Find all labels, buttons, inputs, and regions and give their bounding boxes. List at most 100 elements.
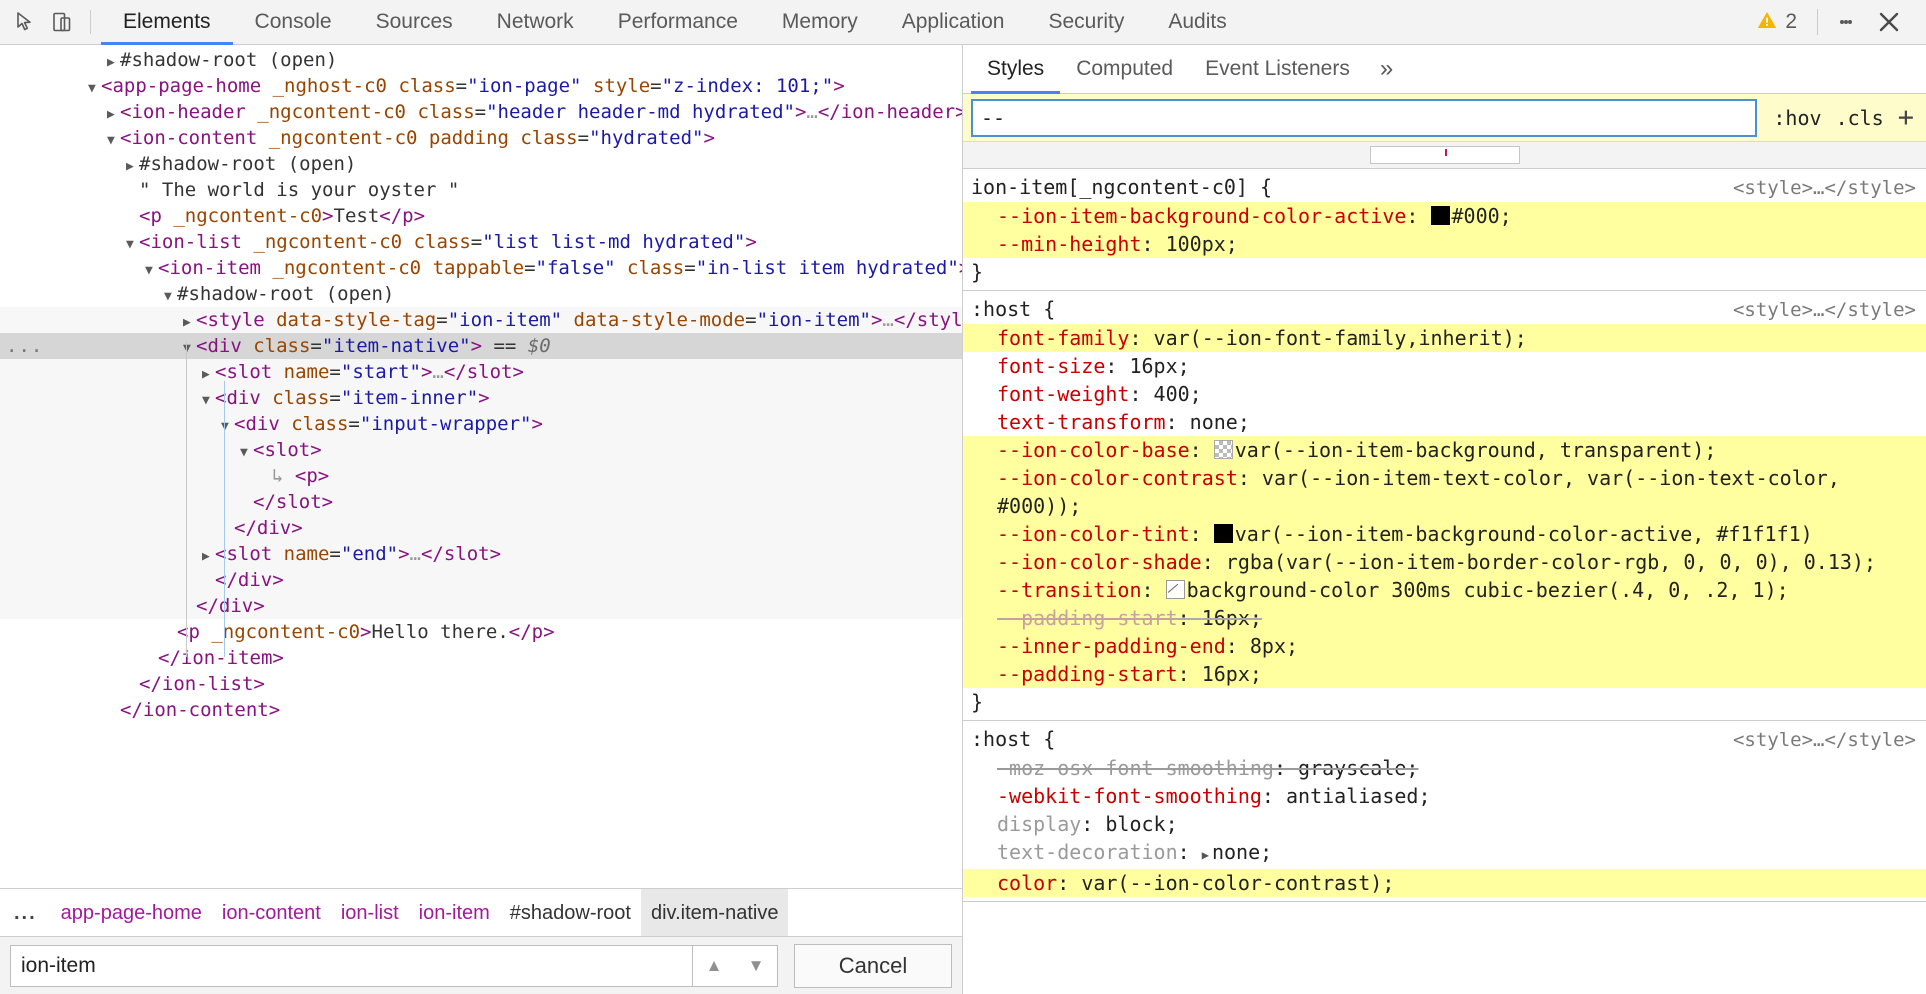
dom-tree-row[interactable]: <p _ngcontent-c0>Test</p> — [0, 203, 962, 229]
dom-tree-row[interactable]: <p _ngcontent-c0>Hello there.</p> — [0, 619, 962, 645]
bezier-swatch-icon[interactable] — [1165, 580, 1185, 599]
more-tabs-icon[interactable]: » — [1366, 45, 1407, 93]
css-property-value[interactable]: var(--ion-font-family,inherit); — [1154, 326, 1527, 350]
css-property-value[interactable]: none; — [1212, 840, 1272, 864]
dom-tree-row[interactable]: ▼ <slot> — [0, 437, 962, 463]
dom-tree-row[interactable]: ▼ <ion-list _ngcontent-c0 class="list lis… — [0, 229, 962, 255]
css-selector[interactable]: :host { — [971, 295, 1055, 323]
css-declaration[interactable]: --ion-color-shade: rgba(var(--ion-item-b… — [963, 548, 1926, 576]
css-declaration[interactable]: --padding-start: 16px; — [963, 604, 1926, 632]
dom-tree-row[interactable]: ▶ <slot name="start">…</slot> — [0, 359, 962, 385]
css-rules-list[interactable]: ion-item[_ngcontent-c0] {<style>…</style… — [963, 169, 1926, 994]
css-declaration[interactable]: --transition: background-color 300ms cub… — [963, 576, 1926, 604]
css-property-name[interactable]: -webkit-font-smoothing — [997, 784, 1262, 808]
css-property-name[interactable]: --padding-start — [997, 662, 1178, 686]
close-icon[interactable] — [1866, 2, 1912, 42]
hov-toggle[interactable]: :hov — [1773, 106, 1821, 130]
inspect-element-icon[interactable] — [8, 4, 44, 40]
dom-tree-row[interactable]: </div> — [0, 593, 962, 619]
dom-tree-row[interactable]: ▶ <style data-style-tag="ion-item" data-s… — [0, 307, 962, 333]
css-property-value[interactable]: block; — [1105, 812, 1177, 836]
css-declaration[interactable]: --min-height: 100px; — [963, 230, 1926, 258]
cancel-button[interactable]: Cancel — [794, 943, 952, 988]
dom-tree-row[interactable]: ▶ #shadow-root (open) — [0, 47, 962, 73]
tab-computed[interactable]: Computed — [1060, 45, 1189, 93]
dom-tree-row[interactable]: </slot> — [0, 489, 962, 515]
breadcrumb-item[interactable]: ion-item — [409, 889, 500, 937]
color-swatch-icon[interactable] — [1213, 524, 1233, 543]
breadcrumb-item[interactable]: div.item-native — [640, 888, 789, 937]
row-overflow-dots[interactable]: ... — [6, 333, 43, 359]
tab-network[interactable]: Network — [475, 0, 596, 45]
css-declaration[interactable]: font-size: 16px; — [963, 352, 1926, 380]
dom-tree-row[interactable]: ▼ <div class="item-inner"> — [0, 385, 962, 411]
dom-tree-row[interactable]: ...▼<div class="item-native"> == $0 — [0, 333, 962, 359]
css-declaration[interactable]: color: var(--ion-color-contrast); — [963, 869, 1926, 897]
css-declaration[interactable]: font-weight: 400; — [963, 380, 1926, 408]
tab-memory[interactable]: Memory — [760, 0, 880, 45]
tab-audits[interactable]: Audits — [1146, 0, 1248, 45]
css-property-name[interactable]: display — [997, 812, 1081, 836]
css-declaration[interactable]: display: block; — [963, 810, 1926, 838]
dom-tree-row[interactable]: ▼ <app-page-home _nghost-c0 class="ion-pa… — [0, 73, 962, 99]
breadcrumb-item[interactable]: #shadow-root — [500, 889, 641, 937]
css-property-value[interactable]: var(--ion-color-contrast); — [1081, 871, 1394, 895]
chevron-down-icon[interactable]: ▼ — [735, 946, 777, 986]
tab-performance[interactable]: Performance — [596, 0, 760, 45]
color-swatch-icon[interactable] — [1430, 206, 1450, 225]
dom-tree-row[interactable]: " The world is your oyster " — [0, 177, 962, 203]
tab-application[interactable]: Application — [880, 0, 1027, 45]
breadcrumb-item[interactable]: ion-list — [331, 889, 409, 937]
tab-console[interactable]: Console — [233, 0, 354, 45]
kebab-menu-icon[interactable] — [1826, 2, 1866, 42]
expand-triangle-right-icon[interactable]: ▶ — [1202, 841, 1209, 869]
styles-filter-input[interactable] — [971, 98, 1758, 137]
css-property-value[interactable]: background-color 300ms cubic-bezier(.4, … — [1187, 578, 1789, 602]
css-property-name[interactable]: --ion-color-base — [997, 438, 1190, 462]
css-selector[interactable]: :host { — [971, 725, 1055, 753]
css-property-value[interactable]: 16px; — [1202, 606, 1262, 630]
css-declaration[interactable]: -webkit-font-smoothing: antialiased; — [963, 782, 1926, 810]
css-rule-origin-link[interactable]: <style>…</style> — [1733, 296, 1916, 324]
dom-tree-row[interactable]: </div> — [0, 515, 962, 541]
dom-tree-row[interactable]: </ion-content> — [0, 697, 962, 723]
css-property-value[interactable]: 16px; — [1202, 662, 1262, 686]
css-property-name[interactable]: text-decoration — [997, 840, 1178, 864]
css-declaration[interactable]: --ion-item-background-color-active: #000… — [963, 202, 1926, 230]
css-declaration[interactable]: --padding-start: 16px; — [963, 660, 1926, 688]
style-pane-handle[interactable] — [1369, 146, 1520, 164]
breadcrumb-item[interactable]: ... — [10, 889, 51, 937]
dom-tree-row[interactable]: </ion-item> — [0, 645, 962, 671]
dom-tree-row[interactable]: ▶ <ion-header _ngcontent-c0 class="header… — [0, 99, 962, 125]
css-declaration[interactable]: -moz-osx-font-smoothing: grayscale; — [963, 754, 1926, 782]
chevron-up-icon[interactable]: ▲ — [693, 946, 735, 986]
tab-security[interactable]: Security — [1026, 0, 1146, 45]
css-property-name[interactable]: -moz-osx-font-smoothing — [997, 756, 1274, 780]
css-property-name[interactable]: --padding-start — [997, 606, 1178, 630]
css-property-name[interactable]: font-size — [997, 354, 1105, 378]
breadcrumb-item[interactable]: ion-content — [212, 889, 331, 937]
css-property-name[interactable]: --ion-color-tint — [997, 522, 1190, 546]
css-property-value[interactable]: var(--ion-item-background, transparent); — [1235, 438, 1717, 462]
cls-toggle[interactable]: .cls — [1836, 106, 1884, 130]
dom-tree-row[interactable]: ▼ #shadow-root (open) — [0, 281, 962, 307]
css-property-name[interactable]: font-family — [997, 326, 1129, 350]
dom-tree-row[interactable]: </ion-list> — [0, 671, 962, 697]
tab-styles[interactable]: Styles — [971, 45, 1061, 94]
css-property-name[interactable]: text-transform — [997, 410, 1166, 434]
css-declaration[interactable]: font-family: var(--ion-font-family,inher… — [963, 324, 1926, 352]
css-rule-origin-link[interactable]: <style>…</style> — [1733, 174, 1916, 202]
css-property-value[interactable]: rgba(var(--ion-item-border-color-rgb, 0,… — [1226, 550, 1876, 574]
css-property-value[interactable]: 16px; — [1129, 354, 1189, 378]
css-declaration[interactable]: text-transform: none; — [963, 408, 1926, 436]
css-property-name[interactable]: --ion-color-shade — [997, 550, 1202, 574]
css-declaration[interactable]: --inner-padding-end: 8px; — [963, 632, 1926, 660]
css-property-name[interactable]: --min-height — [997, 232, 1142, 256]
css-rule-origin-link[interactable]: <style>…</style> — [1733, 726, 1916, 754]
css-property-value[interactable]: var(--ion-item-background-color-active, … — [1235, 522, 1813, 546]
dom-tree-row[interactable]: ▶ <slot name="end">…</slot> — [0, 541, 962, 567]
dom-tree-row[interactable]: ▼ <ion-content _ngcontent-c0 padding clas… — [0, 125, 962, 151]
css-property-value[interactable]: #000; — [1452, 204, 1512, 228]
css-declaration[interactable]: --ion-color-tint: var(--ion-item-backgro… — [963, 520, 1926, 548]
css-property-value[interactable]: none; — [1190, 410, 1250, 434]
